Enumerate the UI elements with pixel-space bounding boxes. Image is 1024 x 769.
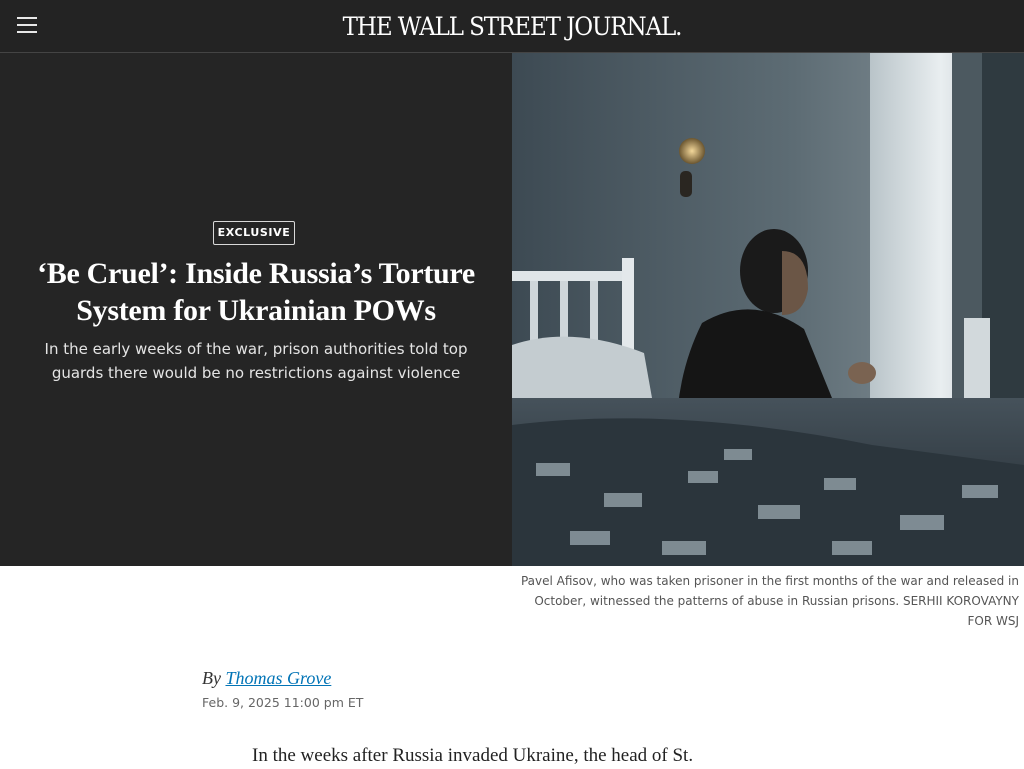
- hero-photo: [512, 53, 1024, 566]
- author-link[interactable]: Thomas Grove: [225, 668, 331, 688]
- hero-panel: EXCLUSIVE ‘Be Cruel’: Inside Russia’s To…: [0, 53, 512, 566]
- article-body-first-line: In the weeks after Russia invaded Ukrain…: [252, 745, 694, 766]
- article-headline: ‘Be Cruel’: Inside Russia’s Torture Syst…: [37, 257, 475, 327]
- article-dek: In the early weeks of the war, prison au…: [44, 340, 468, 382]
- publish-date: Feb. 9, 2025 11:00 pm ET: [202, 695, 364, 710]
- photo-caption: Pavel Afisov, who was taken prisoner in …: [520, 574, 1019, 628]
- site-logo[interactable]: THE WALL STREET JOURNAL.: [41, 12, 983, 41]
- hamburger-menu-icon[interactable]: [15, 14, 39, 36]
- byline: By Thomas Grove: [202, 668, 331, 689]
- byline-prefix: By: [202, 668, 221, 688]
- site-header: THE WALL STREET JOURNAL.: [0, 0, 1024, 53]
- exclusive-badge: EXCLUSIVE: [213, 221, 295, 245]
